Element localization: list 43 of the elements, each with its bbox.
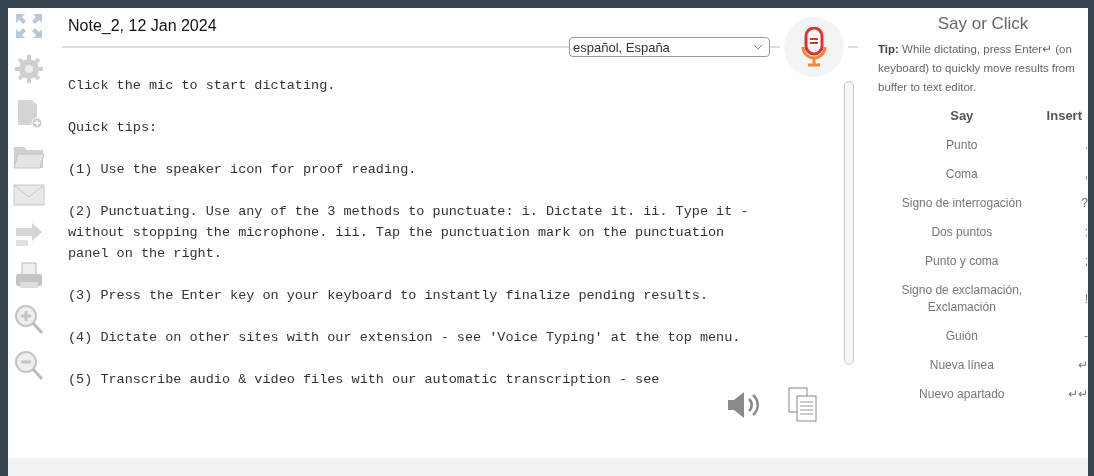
punctuation-phrase[interactable]: Nueva línea xyxy=(929,357,994,374)
caret-icon xyxy=(753,44,763,50)
punctuation-phrase[interactable]: Signo de interrogación xyxy=(901,195,1022,212)
settings-icon[interactable] xyxy=(14,54,44,84)
folder-icon[interactable] xyxy=(13,144,45,170)
copy-icon[interactable] xyxy=(788,387,818,423)
punctuation-phrase[interactable]: Guión xyxy=(945,328,978,345)
editor-paragraph: (2) Punctuating. Use any of the 3 methods to punctuate: i. Dictate it. ii. Type it - without stopping the microphone. iii. Tap the punctuation mark on the punctuation panel on the right. xyxy=(68,203,750,263)
punctuation-phrase[interactable]: Punto y coma xyxy=(925,253,999,270)
editor-paragraph: Quick tips: xyxy=(68,119,159,137)
column-header: Say xyxy=(950,108,974,123)
punctuation-mark[interactable]: , xyxy=(1084,166,1088,183)
punctuation-mark[interactable]: : xyxy=(1084,224,1088,241)
punctuation-phrase[interactable]: Dos puntos xyxy=(931,224,993,241)
editor-paragraph: (3) Press the Enter key on your keyboard to instantly finalize pending results. xyxy=(68,287,709,305)
editor-paragraph: (4) Dictate on other sites with our extension - see 'Voice Typing' at the top menu. xyxy=(68,329,742,347)
punctuation-phrase[interactable]: Signo de exclamación, Exclamación xyxy=(878,282,1046,316)
punctuation-mark[interactable]: ? xyxy=(1081,195,1088,212)
zoom-in-icon[interactable] xyxy=(14,304,44,336)
zoom-out-icon[interactable] xyxy=(14,350,44,382)
note-title: Note_2, 12 Jan 2024 xyxy=(67,16,218,36)
microphone-icon xyxy=(801,27,827,67)
punctuation-mark[interactable]: ! xyxy=(1084,290,1088,308)
punctuation-mark[interactable]: ↵↵ xyxy=(1068,386,1088,403)
punctuation-mark[interactable]: . xyxy=(1084,137,1088,154)
editor-paragraph: (1) Use the speaker icon for proof reading. xyxy=(68,161,418,179)
punctuation-mark[interactable]: - xyxy=(1084,328,1088,345)
editor-paragraph: (5) Transcribe audio & video files with our automatic transcription - see xyxy=(68,371,661,387)
punctuation-phrase[interactable]: Nuevo apartado xyxy=(919,386,1005,403)
punctuation-phrase[interactable]: Punto xyxy=(946,137,978,154)
print-icon[interactable] xyxy=(14,262,44,290)
share-icon[interactable] xyxy=(14,220,44,248)
tip-text: Tip: While dictating, press Enter↵ (on keyboard) to quickly move results from buffer to text editor. xyxy=(878,42,1076,95)
fullscreen-icon[interactable] xyxy=(14,12,44,40)
punctuation-mark[interactable]: ↵ xyxy=(1078,357,1088,374)
punctuation-mark[interactable]: ; xyxy=(1084,253,1088,270)
language-dropdown[interactable]: español, España xyxy=(569,37,770,57)
mail-icon[interactable] xyxy=(13,184,45,206)
punctuation-phrase[interactable]: Coma xyxy=(945,166,978,183)
panel-title: Say or Click xyxy=(936,13,1030,34)
scrollbar[interactable] xyxy=(844,81,854,365)
column-header: Insert xyxy=(1046,108,1082,123)
editor-paragraph: Click the mic to start dictating. xyxy=(68,77,337,95)
